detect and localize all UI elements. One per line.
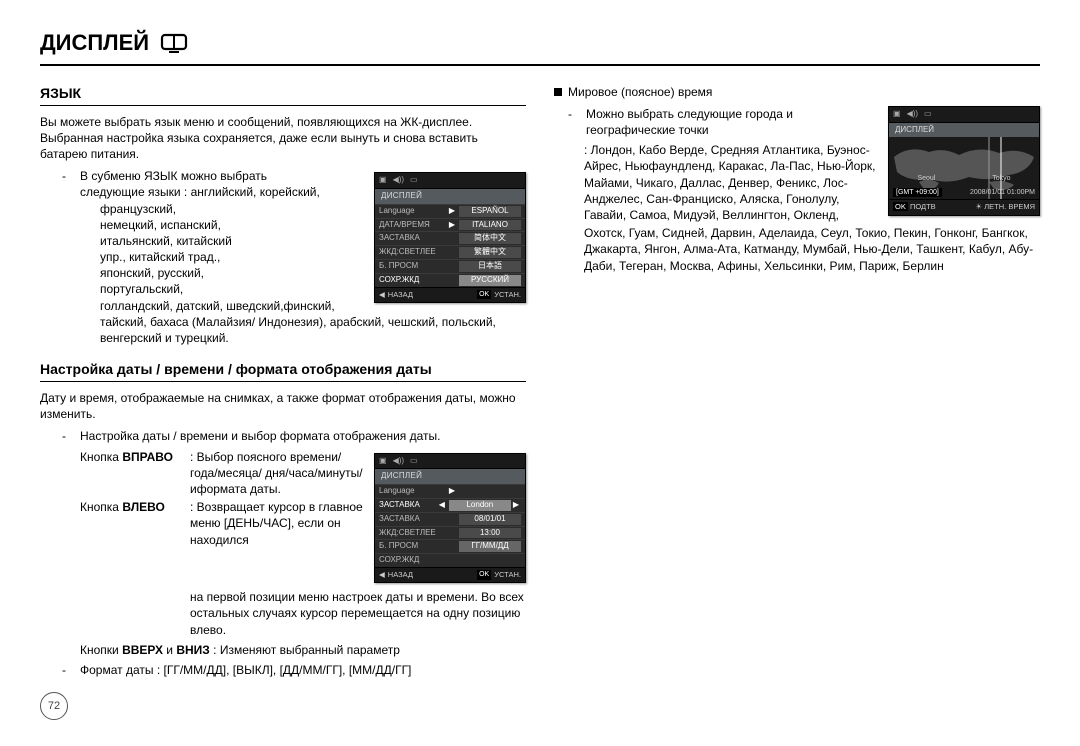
lcd-header: ДИСПЛЕЙ: [375, 189, 525, 204]
cities-list-2: Охотск, Гуам, Сидней, Дарвин, Аделаида, …: [584, 225, 1040, 274]
right-column: Мировое (поясное) время ▣ ◀)) ▭ ДИСПЛЕЙ: [554, 76, 1040, 678]
display-icon: [159, 32, 189, 54]
section-rule-2: [40, 381, 526, 382]
lang-tail: голландский, датский, шведский,финский, …: [100, 298, 526, 347]
datetime-heading: Настройка даты / времени / формата отобр…: [40, 360, 526, 379]
left-column: ЯЗЫК Вы можете выбрать язык меню и сообщ…: [40, 76, 526, 678]
date-format-bullet: - Формат даты : [ГГ/ММ/ДД], [ВЫКЛ], [ДД/…: [62, 662, 526, 678]
page-title-text: ДИСПЛЕЙ: [40, 28, 149, 58]
lcd-language-screenshot: ▣ ◀)) ▭ ДИСПЛЕЙ Language▶ESPAÑOL ДАТА/ВР…: [374, 172, 526, 303]
display-tab-icon: ▭: [410, 175, 418, 186]
square-bullet-icon: [554, 88, 562, 96]
page-title: ДИСПЛЕЙ: [40, 28, 1040, 58]
display-tab-icon: ▭: [410, 456, 418, 467]
lcd-header: ДИСПЛЕЙ: [375, 469, 525, 484]
lcd-worldtime-screenshot: ▣ ◀)) ▭ ДИСПЛЕЙ: [888, 106, 1040, 216]
sound-icon: ◀)): [907, 109, 918, 120]
lang-intro: Вы можете выбрать язык меню и сообщений,…: [40, 114, 526, 163]
datetime-intro: Дату и время, отображаемые на снимках, а…: [40, 390, 526, 422]
button-right-desc: Кнопка ВПРАВО : Выбор поясного времени/г…: [80, 449, 366, 498]
dst-icon: ☀: [975, 202, 982, 211]
camera-icon: ▣: [379, 456, 387, 467]
camera-icon: ▣: [893, 109, 901, 120]
lang-submenu-bullet: - В субменю ЯЗЫК можно выбрать следующие…: [62, 168, 366, 200]
title-rule: [40, 64, 1040, 66]
lcd-topbar: ▣ ◀)) ▭: [375, 173, 525, 189]
lang-heading: ЯЗЫК: [40, 84, 526, 103]
button-left-desc: Кнопка ВЛЕВО : Возвращает курсор в главн…: [80, 499, 366, 548]
button-updown-desc: Кнопки ВВЕРХ и ВНИЗ : Изменяют выбранный…: [80, 642, 526, 658]
section-rule: [40, 105, 526, 106]
page-number: 72: [40, 692, 1040, 720]
world-map: Seoul Tokyo [GMT +09:00] 2008/01/01 01:0…: [889, 137, 1039, 199]
lcd-topbar: ▣ ◀)) ▭: [375, 454, 525, 470]
sound-icon: ◀)): [393, 456, 404, 467]
camera-icon: ▣: [379, 175, 387, 186]
world-time-heading: Мировое (поясное) время: [554, 84, 1040, 100]
button-left-cont: на первой позиции меню настроек даты и в…: [190, 589, 526, 638]
sound-icon: ◀)): [393, 175, 404, 186]
lcd-datetime-screenshot: ▣ ◀)) ▭ ДИСПЛЕЙ Language▶ ЗАСТАВКА◀Londo…: [374, 453, 526, 584]
display-tab-icon: ▭: [924, 109, 932, 120]
world-cities-bullet: - Можно выбрать следующие города и геогр…: [568, 106, 880, 138]
datetime-bullet: - Настройка даты / времени и выбор форма…: [62, 428, 526, 444]
